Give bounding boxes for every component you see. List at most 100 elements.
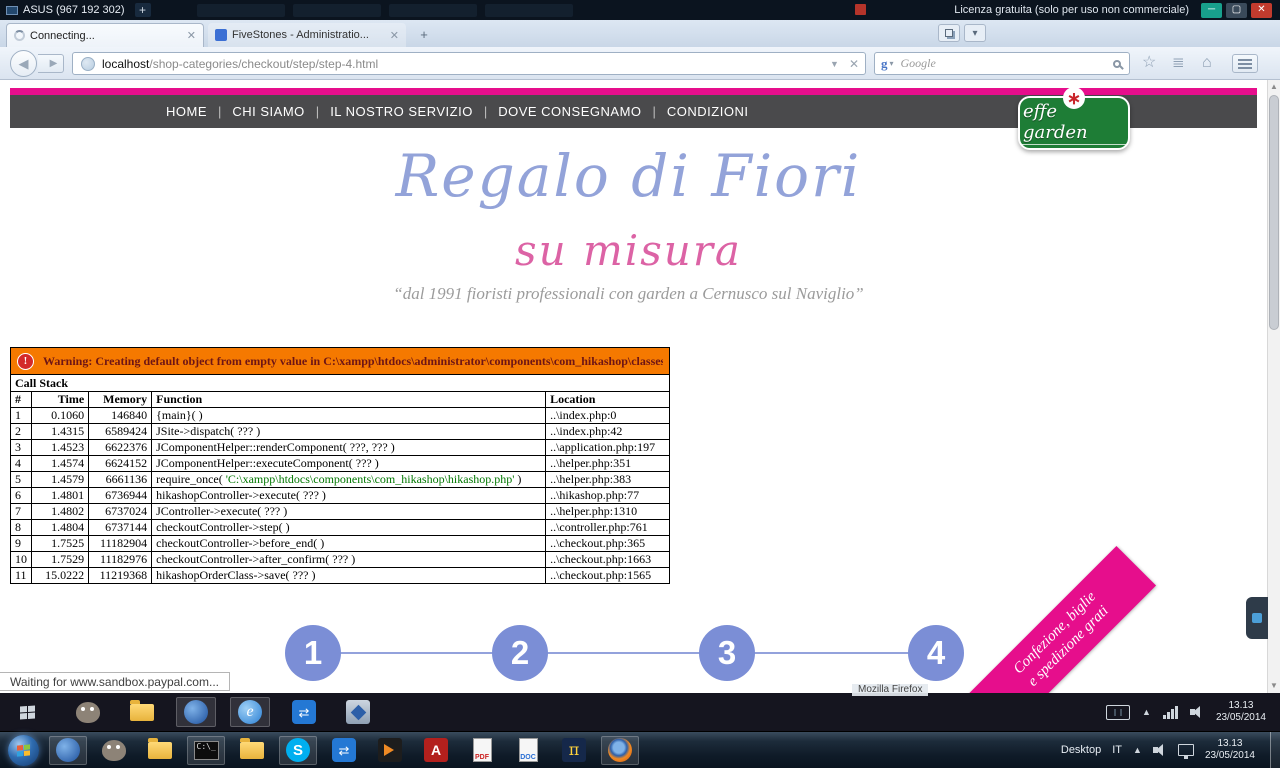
search-magnifier-icon[interactable] [1113, 60, 1121, 68]
taskbar-pi-app-icon[interactable]: π [555, 736, 593, 765]
firefox-window: Connecting... ✕ FiveStones - Administrat… [0, 20, 1280, 693]
call-stack-header-row: #TimeMemoryFunctionLocation [11, 392, 670, 408]
taskbar-gimp-icon[interactable] [68, 697, 108, 727]
language-indicator[interactable]: IT [1112, 744, 1122, 756]
tab-fivestones[interactable]: FiveStones - Administratio... ✕ [208, 23, 406, 47]
vertical-scrollbar[interactable]: ▲ ▼ [1267, 80, 1280, 693]
bookmark-star-icon[interactable]: ☆ [1142, 54, 1156, 72]
minimize-button[interactable]: ─ [1201, 3, 1222, 18]
taskbar-virtualbox-icon[interactable] [338, 697, 378, 727]
forward-button[interactable]: ▶ [38, 54, 64, 73]
home-icon[interactable]: ⌂ [1202, 54, 1212, 72]
new-session-tab-button[interactable]: + [135, 3, 151, 17]
taskbar-teamviewer-icon[interactable]: ⇄ [284, 697, 324, 727]
taskbar-media-player-icon[interactable] [371, 736, 409, 765]
scroll-down-icon[interactable]: ▼ [1268, 679, 1280, 693]
checkout-step-1[interactable]: 1 [285, 625, 341, 681]
tab-close-icon[interactable]: ✕ [187, 29, 196, 42]
menu-button[interactable] [1232, 54, 1258, 73]
taskbar-firefox-icon[interactable] [601, 736, 639, 765]
cell-location: ..\application.php:197 [546, 440, 670, 456]
call-stack-col-location: Location [546, 392, 670, 408]
taskbar-blue-globe-app-icon[interactable] [49, 736, 87, 765]
cell-function: JComponentHelper::renderComponent( ???, … [152, 440, 546, 456]
teamviewer-license-notice: Licenza gratuita (solo per uso non comme… [954, 4, 1189, 16]
back-button[interactable]: ◀ [10, 50, 37, 77]
remote-clock[interactable]: 13.13 23/05/2014 [1216, 700, 1266, 724]
call-stack-col-function: Function [152, 392, 546, 408]
urlbar-dropdown-icon[interactable]: ▼ [830, 59, 839, 69]
touch-keyboard-icon[interactable] [1106, 705, 1130, 720]
show-hidden-icons[interactable]: ▲ [1133, 745, 1142, 755]
network-signal-icon[interactable] [1163, 706, 1178, 719]
cell-num: 4 [11, 456, 32, 472]
scroll-up-icon[interactable]: ▲ [1268, 80, 1280, 94]
desktop-toolbar-label[interactable]: Desktop [1061, 744, 1101, 756]
show-hidden-icons[interactable]: ▲ [1142, 707, 1151, 717]
cell-time: 1.4804 [32, 520, 89, 536]
teamviewer-panel-handle[interactable] [1246, 597, 1268, 639]
stop-loading-icon[interactable]: ✕ [849, 57, 859, 71]
list-all-tabs-button[interactable]: ▾ [964, 24, 986, 42]
cell-location: ..\helper.php:351 [546, 456, 670, 472]
taskbar-pdf-document-icon[interactable]: PDF [463, 736, 501, 765]
tab-close-icon[interactable]: ✕ [390, 29, 399, 42]
taskbar-command-prompt-icon[interactable]: C:\_ [187, 736, 225, 765]
taskbar-explorer-icon[interactable] [122, 697, 162, 727]
call-stack-row: 61.48016736944hikashopController->execut… [11, 488, 670, 504]
cell-num: 10 [11, 552, 32, 568]
start-orb[interactable] [8, 735, 39, 766]
notification-flag-icon[interactable] [855, 4, 866, 15]
site-nav-item-condizioni[interactable]: CONDIZIONI [667, 104, 749, 119]
maximize-button[interactable]: ▢ [1226, 3, 1247, 18]
cell-function: checkoutController->step( ) [152, 520, 546, 536]
new-tab-button[interactable]: + [412, 26, 436, 43]
site-nav-item-dove-consegnamo[interactable]: DOVE CONSEGNAMO [498, 104, 641, 119]
cell-location: ..\index.php:42 [546, 424, 670, 440]
cell-function: hikashopController->execute( ??? ) [152, 488, 546, 504]
taskbar-teamviewer-icon[interactable]: ⇄ [325, 736, 363, 765]
search-bar[interactable]: g ▾ [874, 52, 1130, 75]
taskbar-skype-icon[interactable]: S [279, 736, 317, 765]
site-nav-item-il-nostro-servizio[interactable]: IL NOSTRO SERVIZIO [330, 104, 473, 119]
close-button[interactable]: ✕ [1251, 3, 1272, 18]
scrollbar-thumb[interactable] [1269, 95, 1279, 330]
tab-bar: Connecting... ✕ FiveStones - Administrat… [0, 20, 1280, 47]
remote-start-button[interactable] [0, 693, 54, 731]
volume-icon[interactable] [1190, 705, 1204, 719]
cell-memory: 6622376 [89, 440, 152, 456]
show-desktop-button[interactable] [1270, 732, 1280, 768]
url-bar[interactable]: localhost /shop-categories/checkout/step… [72, 52, 866, 75]
bookmarks-list-icon[interactable]: ≣ [1172, 54, 1185, 72]
network-icon[interactable] [1178, 744, 1194, 756]
cell-function: JSite->dispatch( ??? ) [152, 424, 546, 440]
call-stack-row: 101.752911182976checkoutController->afte… [11, 552, 670, 568]
cell-function: {main}( ) [152, 408, 546, 424]
site-nav-item-home[interactable]: HOME [166, 104, 207, 119]
taskbar-firefox-icon[interactable] [176, 697, 216, 727]
cell-time: 1.7529 [32, 552, 89, 568]
page-title: Regalo di Fiori [0, 142, 1257, 210]
checkout-step-2[interactable]: 2 [492, 625, 548, 681]
checkout-step-4[interactable]: 4 [908, 625, 964, 681]
call-stack-row: 81.48046737144checkoutController->step( … [11, 520, 670, 536]
promo-ribbon: Confezione, biglie e spedizione grati [968, 546, 1156, 693]
tab-connecting[interactable]: Connecting... ✕ [6, 23, 204, 47]
taskbar-internet-explorer-icon[interactable]: e [230, 697, 270, 727]
search-engine-dropdown-icon[interactable]: ▾ [890, 59, 894, 68]
taskbar-adobe-reader-icon[interactable]: A [417, 736, 455, 765]
taskbar-folder-icon[interactable] [141, 736, 179, 765]
taskbar-gimp-icon[interactable] [95, 736, 133, 765]
checkout-step-3[interactable]: 3 [699, 625, 755, 681]
site-nav-item-chi-siamo[interactable]: CHI SIAMO [232, 104, 304, 119]
taskbar-folder-icon[interactable] [233, 736, 271, 765]
search-input[interactable] [899, 55, 1113, 72]
search-engine-icon[interactable]: g [881, 56, 888, 72]
call-stack-row: 1115.022211219368hikashopOrderClass->sav… [11, 568, 670, 584]
local-clock[interactable]: 13.13 23/05/2014 [1205, 738, 1255, 762]
cell-num: 9 [11, 536, 32, 552]
volume-icon[interactable] [1153, 743, 1167, 757]
tab-groups-button[interactable] [938, 24, 960, 42]
taskbar-document-icon[interactable]: DOC [509, 736, 547, 765]
call-stack-col-memory: Memory [89, 392, 152, 408]
